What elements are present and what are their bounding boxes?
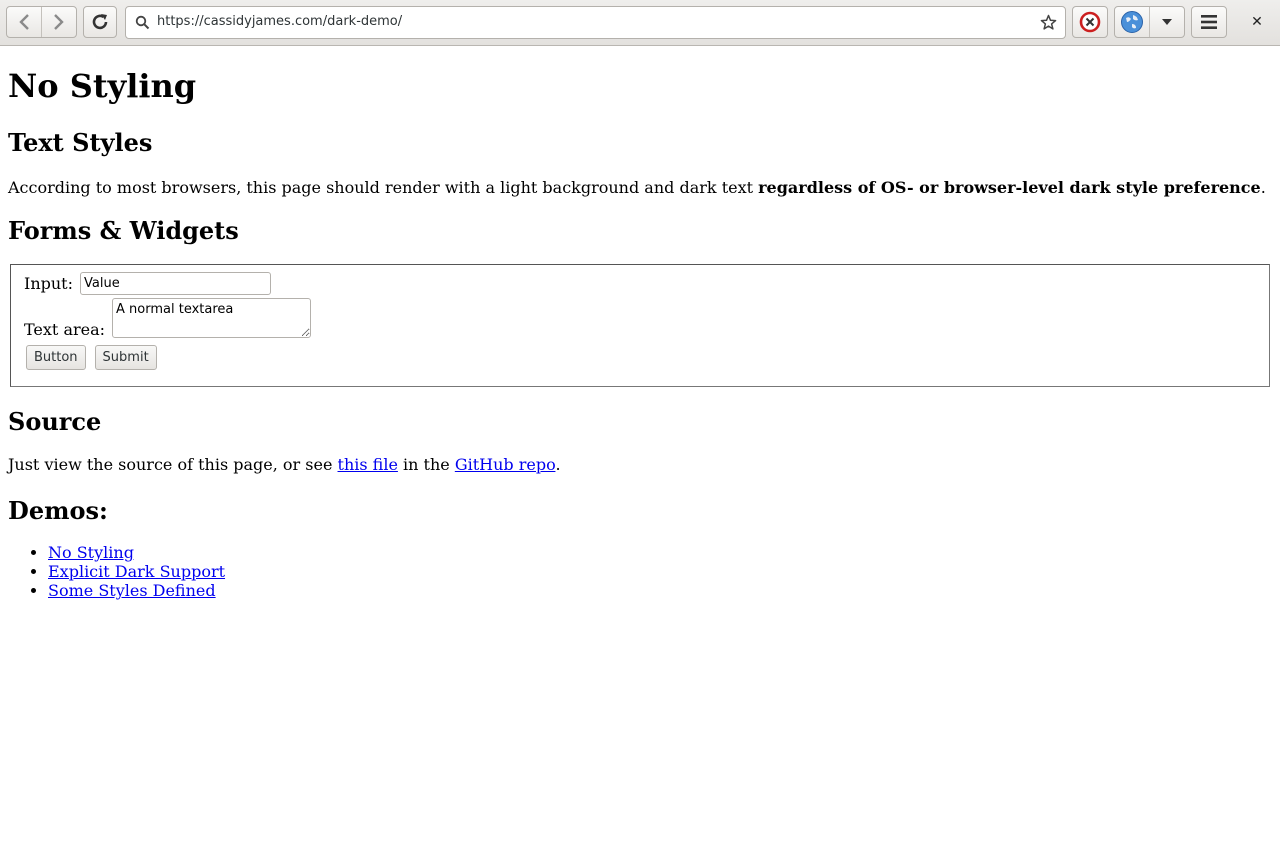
source-text-2: in the xyxy=(397,455,455,474)
this-file-link[interactable]: this file xyxy=(338,455,398,474)
forms-heading: Forms & Widgets xyxy=(8,216,239,245)
text-styles-body: According to most browsers, this page sh… xyxy=(8,178,759,197)
url-text: https://cassidyjames.com/dark-demo/ xyxy=(157,14,403,29)
forward-arrow-icon xyxy=(54,14,64,30)
page-content: No Styling Text Styles According to most… xyxy=(0,66,1280,600)
text-styles-heading: Text Styles xyxy=(8,128,153,157)
text-area[interactable]: A normal textarea xyxy=(112,298,312,338)
close-window-button[interactable]: ✕ xyxy=(1246,11,1268,33)
dropdown-button[interactable] xyxy=(1149,7,1184,37)
page-title: No Styling xyxy=(8,67,197,105)
button-button[interactable]: Button xyxy=(26,345,86,370)
demo-link-explicit-dark-support[interactable]: Explicit Dark Support xyxy=(48,562,225,581)
reload-icon xyxy=(92,14,108,30)
hamburger-menu-icon xyxy=(1201,15,1217,29)
button-row: Button Submit xyxy=(26,345,1257,370)
submit-button[interactable]: Submit xyxy=(94,345,157,370)
list-item: No Styling xyxy=(48,543,1272,562)
text-styles-paragraph: According to most browsers, this page sh… xyxy=(8,177,1272,199)
nav-button-group xyxy=(6,6,77,38)
source-text-3: . xyxy=(555,455,561,474)
github-repo-link[interactable]: GitHub repo xyxy=(455,455,556,474)
source-text-1: Just view the source of this page, or se… xyxy=(8,455,338,474)
extension-group xyxy=(1114,6,1185,38)
text-input[interactable] xyxy=(80,271,271,295)
input-row: Input: xyxy=(24,271,1257,295)
textarea-row: Text area: A normal textarea xyxy=(24,298,1257,339)
textarea-label: Text area: xyxy=(24,320,106,339)
globe-button[interactable] xyxy=(1115,7,1149,37)
demos-list: No Styling Explicit Dark Support Some St… xyxy=(8,543,1272,600)
address-bar[interactable]: https://cassidyjames.com/dark-demo/ xyxy=(125,6,1066,39)
stop-icon xyxy=(1079,11,1101,33)
back-arrow-icon xyxy=(19,14,29,30)
menu-button[interactable] xyxy=(1191,6,1227,38)
text-styles-end: . xyxy=(1260,178,1266,197)
globe-icon xyxy=(1121,11,1143,33)
stop-button[interactable] xyxy=(1072,6,1108,38)
text-styles-bold: regardless of OS- or browser-level dark … xyxy=(758,178,1261,197)
demo-link-some-styles-defined[interactable]: Some Styles Defined xyxy=(48,581,216,600)
source-heading: Source xyxy=(8,407,102,436)
input-label: Input: xyxy=(24,273,73,293)
browser-toolbar: https://cassidyjames.com/dark-demo/ ✕ xyxy=(0,0,1280,46)
source-paragraph: Just view the source of this page, or se… xyxy=(8,454,1272,476)
demo-link-no-styling[interactable]: No Styling xyxy=(48,543,134,562)
demos-heading: Demos: xyxy=(8,496,108,525)
back-button[interactable] xyxy=(7,7,41,37)
list-item: Explicit Dark Support xyxy=(48,562,1272,581)
reload-button[interactable] xyxy=(83,6,117,38)
forward-button[interactable] xyxy=(41,7,76,37)
star-icon[interactable] xyxy=(1040,14,1057,31)
form-fieldset: Input: Text area: A normal textarea Butt… xyxy=(10,264,1270,387)
list-item: Some Styles Defined xyxy=(48,581,1272,600)
close-icon: ✕ xyxy=(1251,14,1263,30)
search-icon xyxy=(135,15,150,30)
chevron-down-icon xyxy=(1162,19,1172,25)
